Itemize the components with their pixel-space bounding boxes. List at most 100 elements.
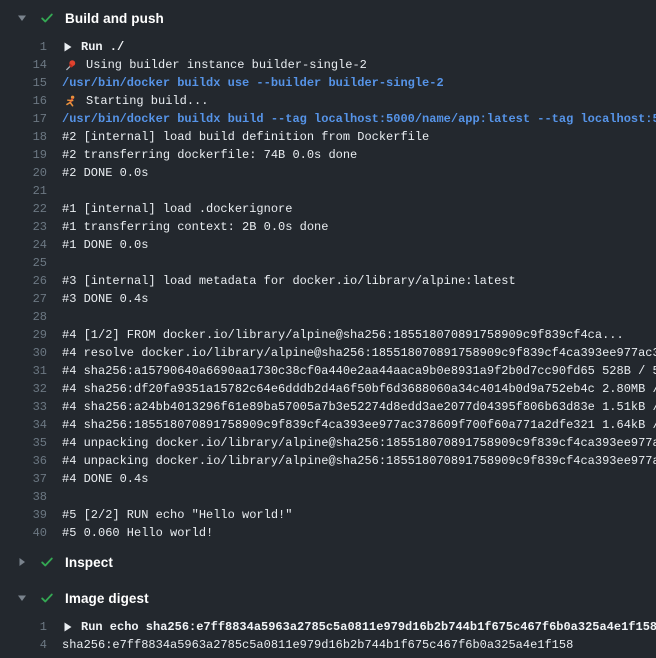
log-line[interactable]: 1 Run ./ (0, 38, 656, 56)
line-text: #4 sha256:a24bb4013296f61e89ba57005a7b3e… (62, 398, 656, 416)
log-line[interactable]: 1 Run echo sha256:e7ff8834a5963a2785c5a0… (0, 618, 656, 636)
log-line: 35 #4 unpacking docker.io/library/alpine… (0, 434, 656, 452)
line-number[interactable]: 19 (15, 146, 47, 164)
line-text: #3 [internal] load metadata for docker.i… (62, 272, 516, 290)
section-header[interactable]: Inspect (0, 544, 656, 580)
line-number[interactable]: 36 (15, 452, 47, 470)
line-number[interactable]: 17 (15, 110, 47, 128)
line-number[interactable]: 16 (15, 92, 47, 110)
line-number[interactable]: 22 (15, 200, 47, 218)
log-line: 25 (0, 254, 656, 272)
log-line: 19 #2 transferring dockerfile: 74B 0.0s … (0, 146, 656, 164)
log-line: 26 #3 [internal] load metadata for docke… (0, 272, 656, 290)
line-number[interactable]: 1 (15, 38, 47, 56)
line-text: #2 DONE 0.0s (62, 164, 148, 182)
line-text: /usr/bin/docker buildx use --builder bui… (62, 74, 444, 92)
line-text: #4 unpacking docker.io/library/alpine@sh… (62, 452, 656, 470)
line-text: #4 unpacking docker.io/library/alpine@sh… (62, 434, 656, 452)
line-number[interactable]: 4 (15, 636, 47, 654)
log-line: 40 #5 0.060 Hello world! (0, 524, 656, 542)
log-line: 36 #4 unpacking docker.io/library/alpine… (0, 452, 656, 470)
log-line: 24 #1 DONE 0.0s (0, 236, 656, 254)
line-text: #3 DONE 0.4s (62, 290, 148, 308)
line-text: #1 DONE 0.0s (62, 236, 148, 254)
line-text: #2 [internal] load build definition from… (62, 128, 429, 146)
line-number[interactable]: 38 (15, 488, 47, 506)
log-line: 16 Starting build... (0, 92, 656, 110)
line-number[interactable]: 35 (15, 434, 47, 452)
log-line: 32 #4 sha256:df20fa9351a15782c64e6dddb2d… (0, 380, 656, 398)
line-number[interactable]: 18 (15, 128, 47, 146)
line-text: sha256:e7ff8834a5963a2785c5a0811e979d16b… (62, 636, 573, 654)
log-sections-root: Build and push 1 Run ./ 14 Using builder… (0, 0, 656, 656)
log-line: 29 #4 [1/2] FROM docker.io/library/alpin… (0, 326, 656, 344)
line-number[interactable]: 23 (15, 218, 47, 236)
check-icon (40, 555, 54, 569)
line-number[interactable]: 21 (15, 182, 47, 200)
line-number[interactable]: 34 (15, 416, 47, 434)
line-number[interactable]: 25 (15, 254, 47, 272)
line-text: #4 sha256:a15790640a6690aa1730c38cf0a440… (62, 362, 656, 380)
line-number[interactable]: 26 (15, 272, 47, 290)
line-text: Using builder instance builder-single-2 (86, 56, 367, 74)
line-text: #5 0.060 Hello world! (62, 524, 213, 542)
check-icon (40, 591, 54, 605)
line-text: /usr/bin/docker buildx build --tag local… (62, 110, 656, 128)
log-line: 38 (0, 488, 656, 506)
line-text: #4 sha256:df20fa9351a15782c64e6dddb2d4a6… (62, 380, 656, 398)
log-line: 22 #1 [internal] load .dockerignore (0, 200, 656, 218)
line-number[interactable]: 15 (15, 74, 47, 92)
line-number[interactable]: 1 (15, 618, 47, 636)
log-line: 15 /usr/bin/docker buildx use --builder … (0, 74, 656, 92)
play-icon (64, 622, 72, 632)
section-title: Build and push (65, 11, 164, 26)
log-section: Image digest 1 Run echo sha256:e7ff8834a… (0, 580, 656, 656)
log-line: 17 /usr/bin/docker buildx build --tag lo… (0, 110, 656, 128)
log-section: Inspect (0, 544, 656, 580)
log-line: 14 Using builder instance builder-single… (0, 56, 656, 74)
line-text: Run ./ (81, 38, 124, 56)
log-lines: 1 Run echo sha256:e7ff8834a5963a2785c5a0… (0, 616, 656, 656)
pushpin-icon (64, 59, 77, 72)
play-icon (64, 42, 72, 52)
line-text: Run echo sha256:e7ff8834a5963a2785c5a081… (81, 618, 656, 636)
log-line: 28 (0, 308, 656, 326)
line-number[interactable]: 27 (15, 290, 47, 308)
line-number[interactable]: 14 (15, 56, 47, 74)
line-text: #4 resolve docker.io/library/alpine@sha2… (62, 344, 656, 362)
line-text: #4 sha256:185518070891758909c9f839cf4ca3… (62, 416, 656, 434)
line-number[interactable]: 33 (15, 398, 47, 416)
log-line: 23 #1 transferring context: 2B 0.0s done (0, 218, 656, 236)
chevron-down-icon (16, 593, 28, 604)
line-number[interactable]: 28 (15, 308, 47, 326)
check-icon (40, 11, 54, 25)
line-number[interactable]: 24 (15, 236, 47, 254)
line-number[interactable]: 40 (15, 524, 47, 542)
line-number[interactable]: 31 (15, 362, 47, 380)
log-line: 21 (0, 182, 656, 200)
line-number[interactable]: 32 (15, 380, 47, 398)
line-text: #4 [1/2] FROM docker.io/library/alpine@s… (62, 326, 624, 344)
line-number[interactable]: 20 (15, 164, 47, 182)
section-title: Inspect (65, 555, 113, 570)
section-header[interactable]: Image digest (0, 580, 656, 616)
log-line: 27 #3 DONE 0.4s (0, 290, 656, 308)
line-text: Starting build... (86, 92, 208, 110)
line-number[interactable]: 30 (15, 344, 47, 362)
chevron-down-icon (16, 13, 28, 24)
line-number[interactable]: 39 (15, 506, 47, 524)
section-header[interactable]: Build and push (0, 0, 656, 36)
section-title: Image digest (65, 591, 149, 606)
log-line: 39 #5 [2/2] RUN echo "Hello world!" (0, 506, 656, 524)
line-number[interactable]: 29 (15, 326, 47, 344)
log-line: 18 #2 [internal] load build definition f… (0, 128, 656, 146)
log-line: 34 #4 sha256:185518070891758909c9f839cf4… (0, 416, 656, 434)
runner-icon (64, 95, 77, 108)
line-text: #1 [internal] load .dockerignore (62, 200, 292, 218)
log-section: Build and push 1 Run ./ 14 Using builder… (0, 0, 656, 544)
log-line: 33 #4 sha256:a24bb4013296f61e89ba57005a7… (0, 398, 656, 416)
line-number[interactable]: 37 (15, 470, 47, 488)
log-line: 31 #4 sha256:a15790640a6690aa1730c38cf0a… (0, 362, 656, 380)
line-text: #1 transferring context: 2B 0.0s done (62, 218, 328, 236)
log-lines: 1 Run ./ 14 Using builder instance build… (0, 36, 656, 544)
